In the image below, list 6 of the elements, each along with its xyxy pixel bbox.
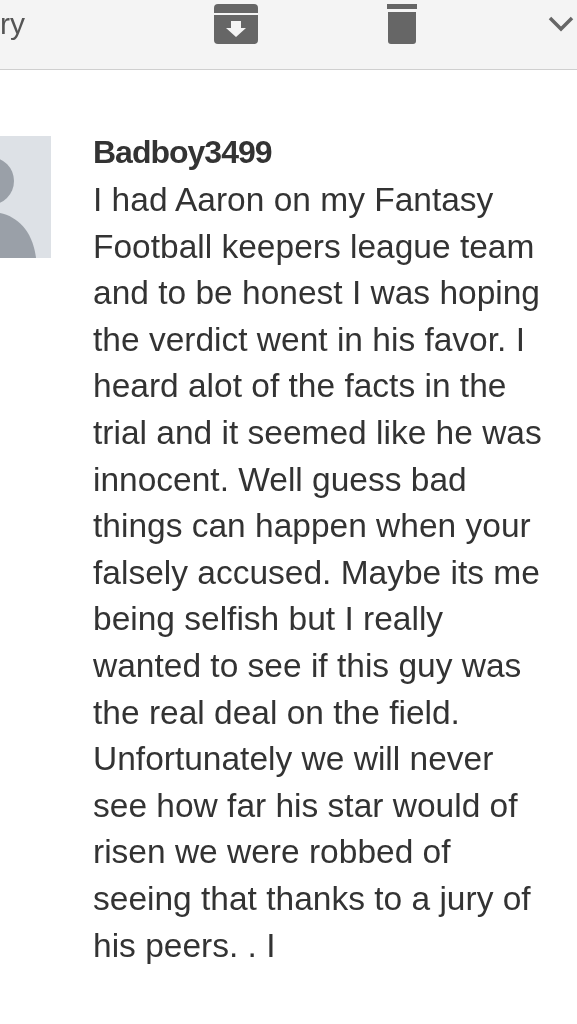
comment-text: I had Aaron on my Fantasy Football keepers league team and to be honest I was hoping the verdict went in his favor. I heard alot of the facts in the trial and it seemed like he was innocent. Well guess bad things can happen when your falsely accused. Maybe its me being selfish but I really wanted to see if this guy was the real deal on the field. Unfortunately we will never see how far his star would of risen we were robbed of seeing that thanks to a jury of his peers. . I [93,180,543,966]
back-link[interactable]: ry [0,8,204,39]
trash-icon[interactable] [387,3,417,44]
archive-icon[interactable] [214,3,258,44]
chevron-down-icon[interactable] [548,15,574,32]
username[interactable]: Badboy3499 [93,134,543,171]
